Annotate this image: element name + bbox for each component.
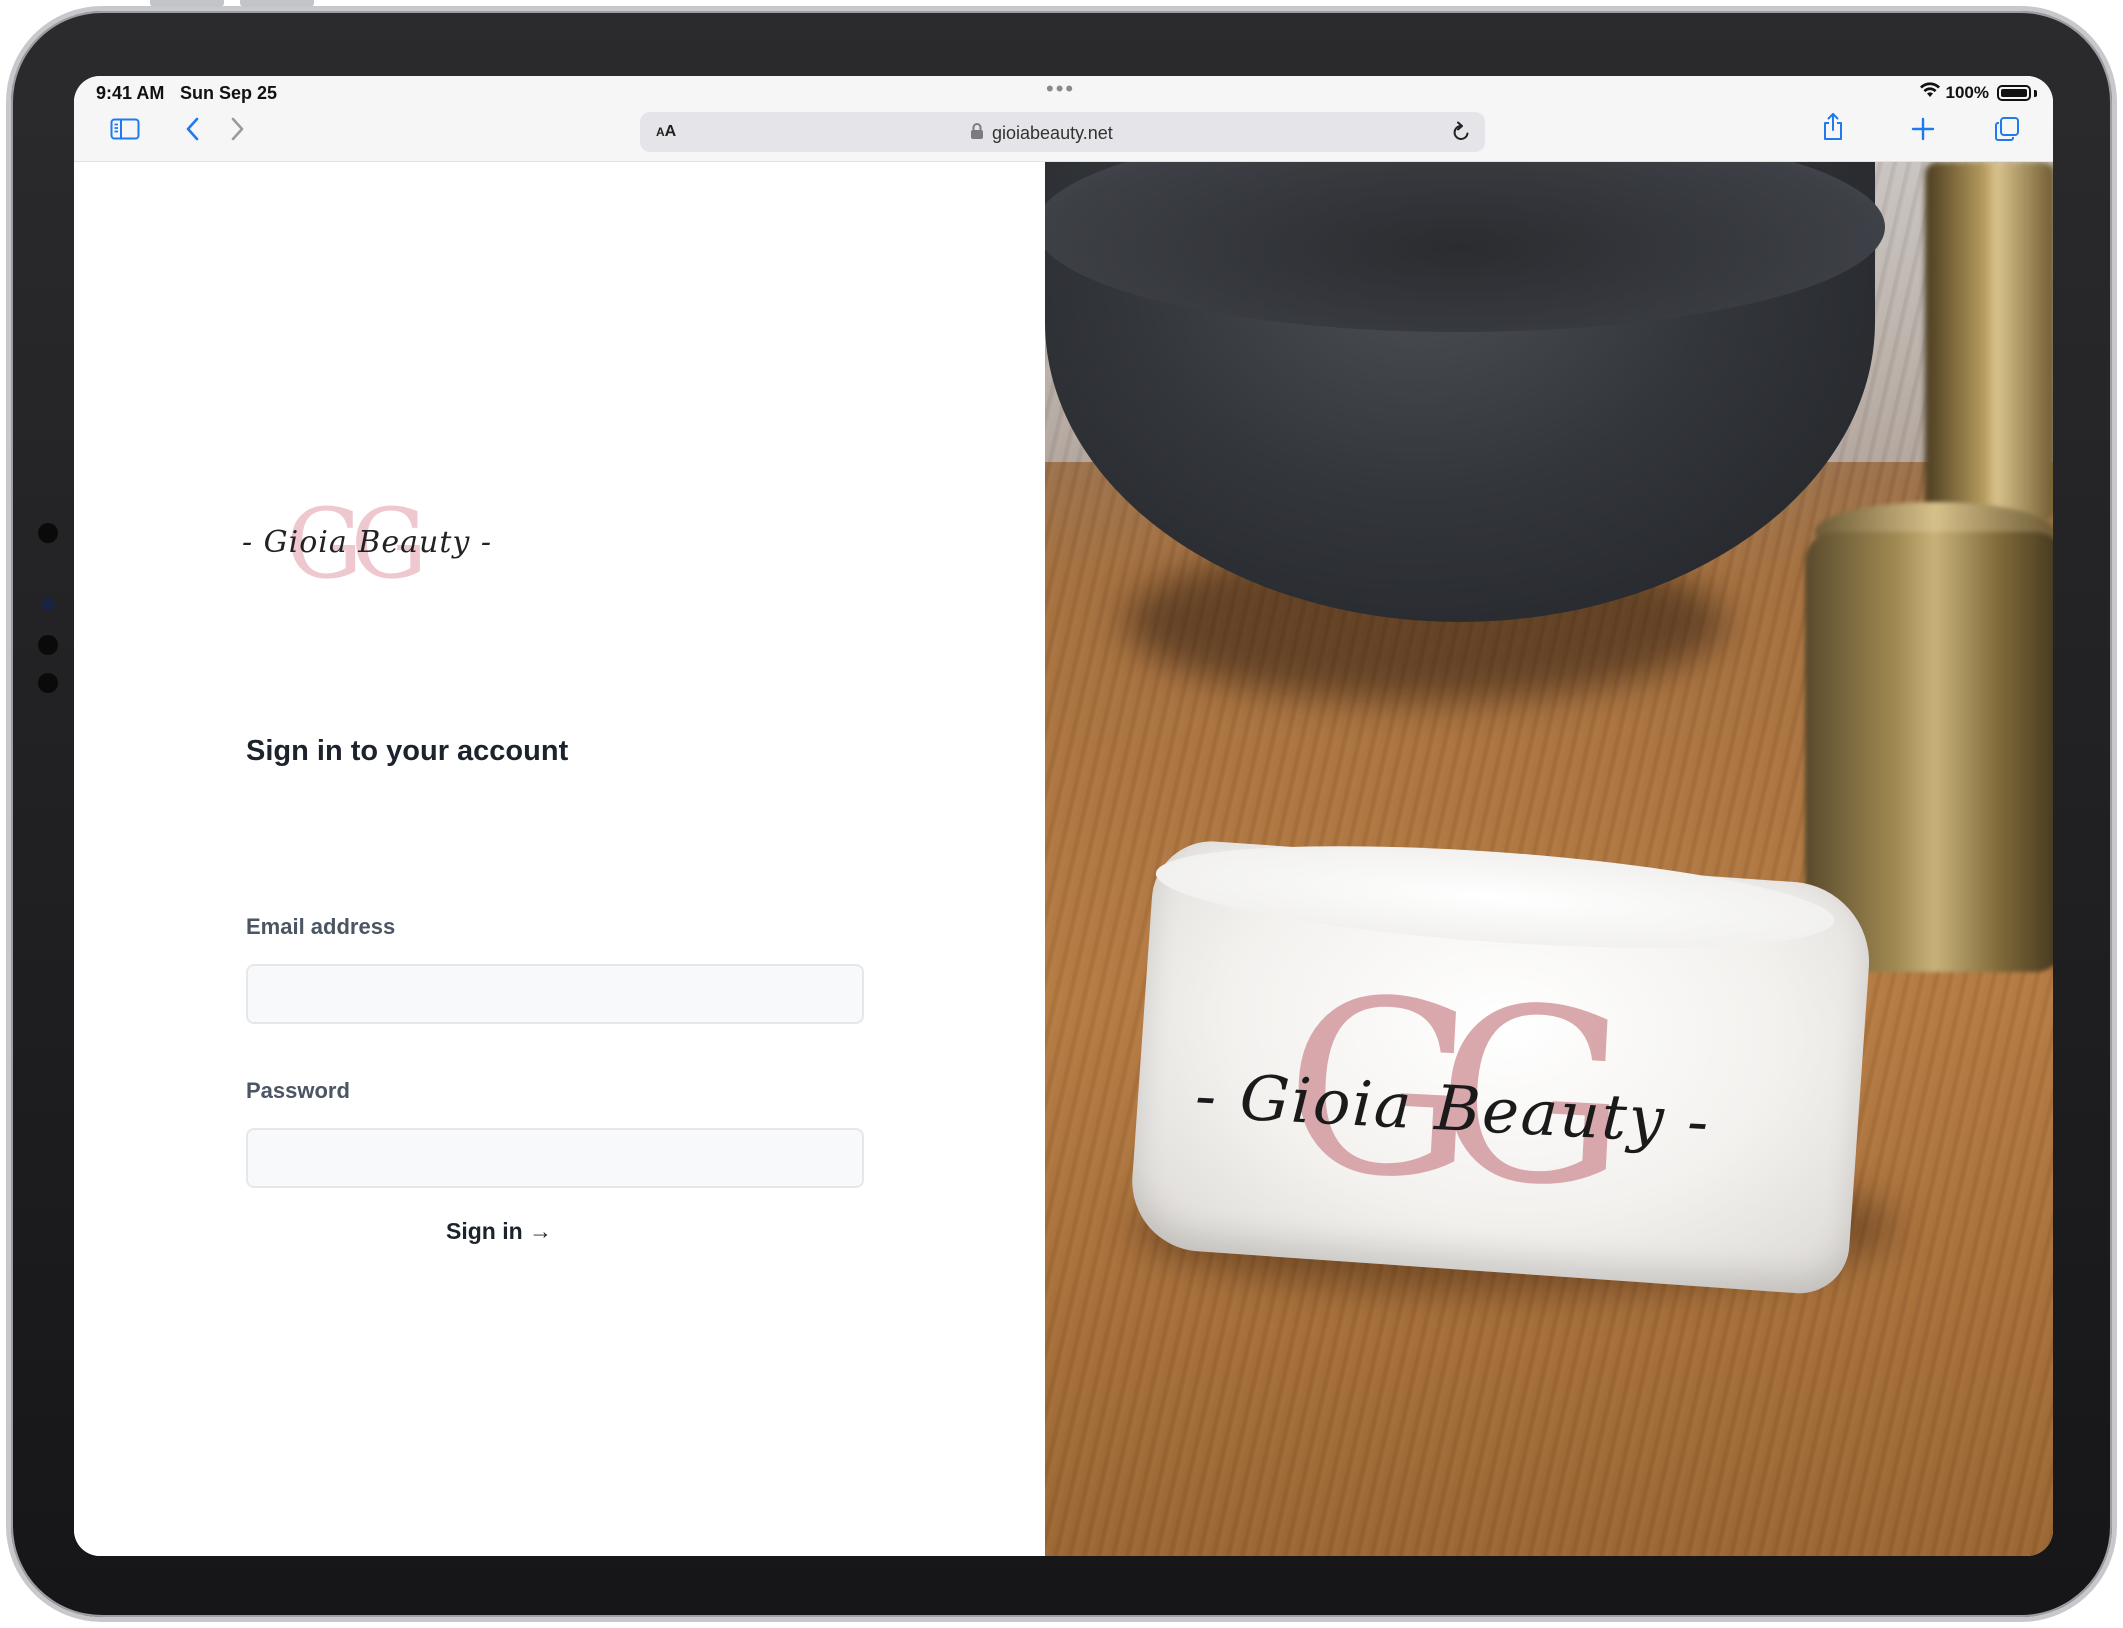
photo-soap-pump — [1925, 162, 2053, 522]
sensor-dot — [38, 673, 58, 693]
sign-in-button[interactable]: Sign in → — [446, 1218, 552, 1245]
battery-fill — [2001, 89, 2027, 97]
battery-nub — [2034, 90, 2037, 97]
sidebar-icon[interactable] — [108, 112, 142, 146]
battery-icon — [1997, 85, 2031, 101]
status-bar: 9:41 AM Sun Sep 25 ••• 100% — [74, 76, 2053, 106]
volume-button — [240, 0, 314, 7]
signin-panel: GG - Gioia Beauty - Sign in to your acco… — [74, 162, 1045, 1556]
forward-icon[interactable] — [220, 112, 254, 146]
status-date: Sun Sep 25 — [180, 83, 278, 103]
back-icon[interactable] — [176, 112, 210, 146]
aa-label: A — [664, 123, 677, 140]
battery-percent: 100% — [1945, 83, 1989, 102]
gioia-beauty-logo: GG - Gioia Beauty - — [242, 489, 492, 599]
camera-dot — [38, 523, 58, 543]
email-label: Email address — [246, 914, 396, 939]
lock-icon — [970, 122, 984, 145]
share-icon[interactable] — [1816, 110, 1850, 144]
wifi-icon — [1919, 82, 1941, 103]
reload-icon[interactable] — [1451, 121, 1471, 148]
email-field[interactable] — [246, 964, 864, 1024]
url-text: gioiabeauty.net — [992, 123, 1113, 143]
safari-toolbar: AA gioiabeauty.net — [74, 106, 2053, 162]
page-title: Sign in to your account — [246, 735, 569, 767]
volume-button — [150, 0, 224, 7]
hero-photo: GG - Gioia Beauty - — [1045, 162, 2053, 1556]
password-field[interactable] — [246, 1128, 864, 1188]
logo-script-text: - Gioia Beauty - — [242, 525, 492, 560]
status-time: 9:41 AM — [96, 83, 165, 103]
new-tab-icon[interactable] — [1906, 112, 1940, 146]
screen: 9:41 AM Sun Sep 25 ••• 100% AA gioiabeau… — [74, 76, 2053, 1556]
password-label: Password — [246, 1078, 350, 1103]
reader-settings-button[interactable]: AA — [656, 123, 676, 141]
sensor-dot — [38, 635, 58, 655]
multitasking-dots-icon[interactable]: ••• — [1046, 78, 1075, 100]
camera-lens — [41, 597, 55, 611]
address-bar[interactable]: AA gioiabeauty.net — [640, 112, 1485, 152]
tabs-icon[interactable] — [1990, 112, 2024, 146]
